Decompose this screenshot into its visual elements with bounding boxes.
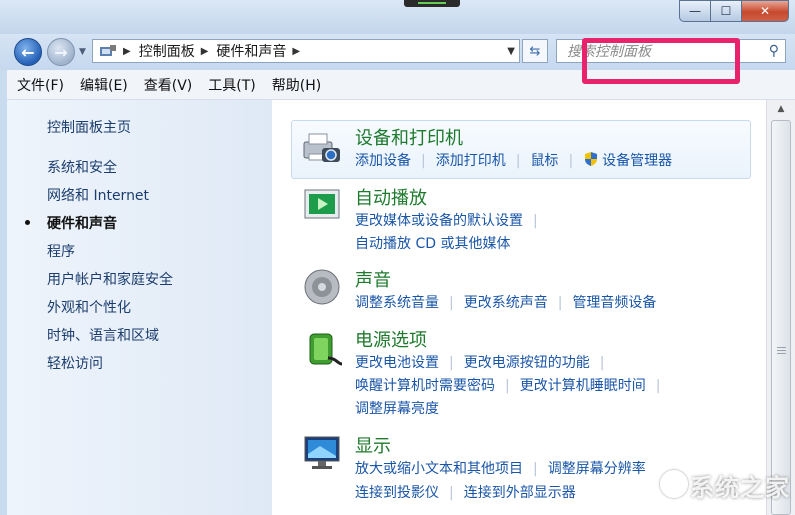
address-bar[interactable]: ▶ 控制面板 ▶ 硬件和声音 ▶ ▼ <box>92 39 520 63</box>
printer-camera-icon[interactable] <box>300 128 342 168</box>
power-links-line-1: 更改电池设置 | 更改电源按钮的功能 | <box>355 355 605 371</box>
sidebar: 控制面板主页 系统和安全 网络和 Internet 硬件和声音 程序 用户帐户和… <box>7 100 272 515</box>
chevron-right-icon[interactable]: ▶ <box>201 46 209 57</box>
sidebar-item-clock-language[interactable]: 时钟、语言和区域 <box>47 325 159 345</box>
sidebar-item-system-security[interactable]: 系统和安全 <box>47 157 117 177</box>
autoplay-icon[interactable] <box>302 186 344 226</box>
category-title-display[interactable]: 显示 <box>355 432 391 458</box>
link-change-sleep-time[interactable]: 更改计算机睡眠时间 <box>520 378 646 394</box>
link-mouse[interactable]: 鼠标 <box>530 153 558 169</box>
back-button[interactable]: ← <box>14 38 42 66</box>
link-device-manager[interactable]: 设备管理器 <box>602 153 672 169</box>
display-links-line-2: 连接到投影仪 | 连接到外部显示器 <box>355 485 576 501</box>
refresh-icon: ⇆ <box>529 43 541 59</box>
main-panel: 设备和打印机 添加设备 | 添加打印机 | 鼠标 | 设备管理器 自动播放 更改媒体或设备的… <box>272 100 766 515</box>
link-connect-projector[interactable]: 连接到投影仪 <box>355 485 439 501</box>
link-manage-audio-devices[interactable]: 管理音频设备 <box>572 295 656 311</box>
sidebar-item-ease-of-access[interactable]: 轻松访问 <box>47 353 103 373</box>
chevron-right-icon[interactable]: ▶ <box>292 46 300 57</box>
menu-view[interactable]: 查看(V) <box>144 75 193 95</box>
link-adjust-resolution[interactable]: 调整屏幕分辨率 <box>548 461 646 477</box>
link-connect-external-display[interactable]: 连接到外部显示器 <box>464 485 576 501</box>
link-change-media-defaults[interactable]: 更改媒体或设备的默认设置 <box>355 213 523 229</box>
autoplay-links-line-2: 自动播放 CD 或其他媒体 <box>355 233 510 253</box>
watermark-logo-icon <box>660 470 688 498</box>
search-icon[interactable]: ⚲ <box>769 43 779 59</box>
sidebar-item-user-accounts[interactable]: 用户帐户和家庭安全 <box>47 269 173 289</box>
device-manager-highlight-box <box>582 38 740 84</box>
sound-links: 调整系统音量 | 更改系统声音 | 管理音频设备 <box>355 295 657 311</box>
speaker-icon[interactable] <box>302 267 344 307</box>
address-dropdown-icon[interactable]: ▼ <box>507 46 515 57</box>
link-add-device[interactable]: 添加设备 <box>355 153 411 169</box>
shield-icon <box>583 151 599 167</box>
sidebar-item-appearance[interactable]: 外观和个性化 <box>47 297 131 317</box>
breadcrumb-control-panel[interactable]: 控制面板 <box>139 41 195 61</box>
battery-icon[interactable] <box>302 328 344 368</box>
window-title-bar: — ☐ ✕ <box>0 0 795 34</box>
recent-pages-dropdown-icon[interactable]: ▼ <box>79 47 86 57</box>
category-title-autoplay[interactable]: 自动播放 <box>355 184 427 210</box>
scrollbar-thumb[interactable] <box>771 120 791 515</box>
link-add-printer[interactable]: 添加打印机 <box>436 153 506 169</box>
refresh-button[interactable]: ⇆ <box>522 39 548 63</box>
link-adjust-volume[interactable]: 调整系统音量 <box>355 295 439 311</box>
maximize-button[interactable]: ☐ <box>710 0 742 22</box>
sidebar-item-network[interactable]: 网络和 Internet <box>47 185 149 205</box>
link-resize-text[interactable]: 放大或缩小文本和其他项目 <box>355 461 523 477</box>
link-adjust-brightness[interactable]: 调整屏幕亮度 <box>355 401 439 417</box>
category-title-sound[interactable]: 声音 <box>355 266 391 292</box>
minimize-button[interactable]: — <box>679 0 711 22</box>
sidebar-item-programs[interactable]: 程序 <box>47 241 75 261</box>
content-area: 控制面板主页 系统和安全 网络和 Internet 硬件和声音 程序 用户帐户和… <box>7 100 795 515</box>
link-autoplay-cd[interactable]: 自动播放 CD 或其他媒体 <box>355 236 510 252</box>
watermark-text: 系统之家 <box>690 474 790 502</box>
sidebar-home-link[interactable]: 控制面板主页 <box>47 117 131 137</box>
grip-icon <box>777 347 786 355</box>
menu-file[interactable]: 文件(F) <box>17 75 64 95</box>
forward-button[interactable]: → <box>47 38 75 66</box>
autoplay-links-line-1: 更改媒体或设备的默认设置 | <box>355 213 538 229</box>
link-change-battery-settings[interactable]: 更改电池设置 <box>355 355 439 371</box>
devices-links: 添加设备 | 添加打印机 | 鼠标 | 设备管理器 <box>355 151 673 169</box>
sidebar-item-hardware-sound: 硬件和声音 <box>47 216 117 232</box>
menu-edit[interactable]: 编辑(E) <box>80 75 128 95</box>
menu-help[interactable]: 帮助(H) <box>272 75 321 95</box>
category-title-devices[interactable]: 设备和打印机 <box>355 124 463 150</box>
taskbar-thumbnail <box>404 0 460 7</box>
control-panel-icon <box>99 44 117 58</box>
close-button[interactable]: ✕ <box>741 0 789 22</box>
display-icon[interactable] <box>302 434 344 474</box>
link-require-password-on-wake[interactable]: 唤醒计算机时需要密码 <box>355 378 495 394</box>
breadcrumb-hardware-sound[interactable]: 硬件和声音 <box>216 41 286 61</box>
category-title-power[interactable]: 电源选项 <box>355 326 427 352</box>
power-links-line-3: 调整屏幕亮度 <box>355 398 439 418</box>
scroll-up-arrow-icon[interactable]: ▲ <box>767 100 795 118</box>
display-links-line-1: 放大或缩小文本和其他项目 | 调整屏幕分辨率 <box>355 461 646 477</box>
link-power-button-function[interactable]: 更改电源按钮的功能 <box>464 355 590 371</box>
window-controls: — ☐ ✕ <box>679 0 789 22</box>
active-bullet-icon <box>25 220 30 225</box>
menu-tools[interactable]: 工具(T) <box>208 75 255 95</box>
chevron-right-icon[interactable]: ▶ <box>123 46 131 57</box>
link-change-sounds[interactable]: 更改系统声音 <box>464 295 548 311</box>
power-links-line-2: 唤醒计算机时需要密码 | 更改计算机睡眠时间 | <box>355 378 661 394</box>
vertical-scrollbar[interactable]: ▲ <box>766 100 795 515</box>
